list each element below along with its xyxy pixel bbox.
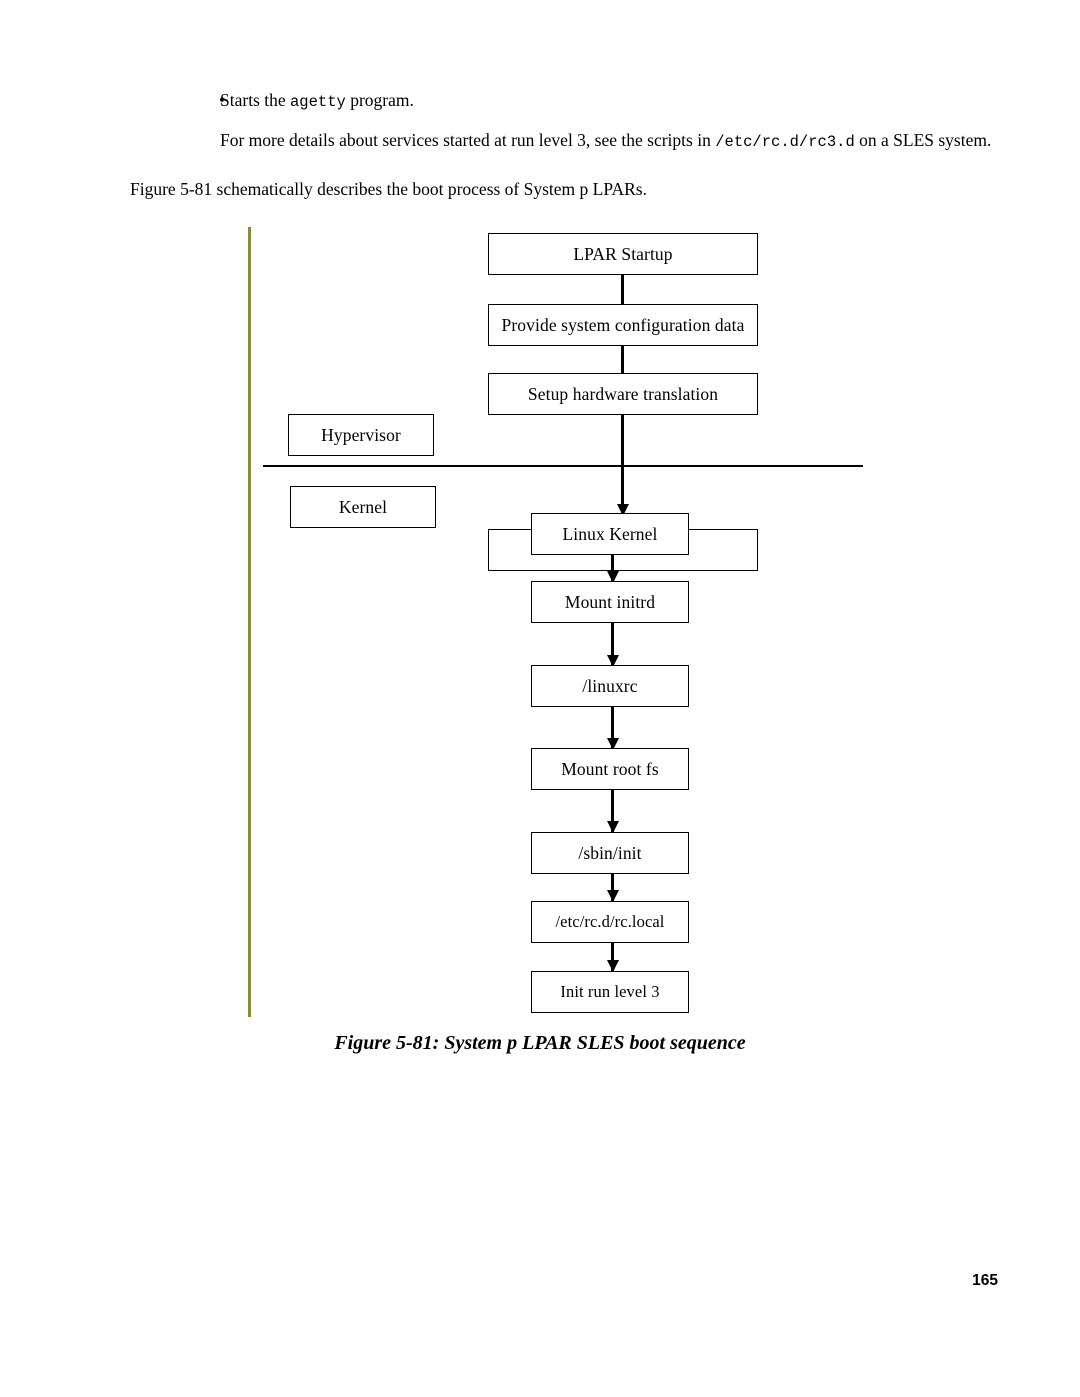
page-number: 165 — [972, 1272, 998, 1289]
flow-node-linux-kernel: Linux Kernel — [531, 513, 689, 555]
flow-node-label: LPAR Startup — [573, 244, 673, 264]
flow-arrow-4 — [611, 555, 614, 582]
paragraph-text-after: on a SLES system. — [854, 130, 992, 150]
label-hypervisor: Hypervisor — [321, 425, 401, 445]
flow-node-sbin-init: /sbin/init — [531, 832, 689, 874]
flow-node-label: Init run level 3 — [560, 982, 660, 1001]
bullet-text-before: Starts the — [220, 90, 290, 110]
flow-arrow-6 — [611, 707, 614, 749]
flow-node-etc-rc-d-rc-local: /etc/rc.d/rc.local — [531, 901, 689, 943]
flow-node-label: Setup hardware translation — [527, 384, 719, 404]
bullet-code: agetty — [290, 93, 346, 111]
details-paragraph: For more details about services started … — [130, 128, 1000, 155]
flow-node-label: Linux Kernel — [562, 524, 658, 544]
flow-node-setup-hardware-translation: Setup hardware translation — [488, 373, 758, 415]
flow-node-label: /linuxrc — [582, 676, 638, 696]
paragraph-text-before: For more details about services started … — [220, 130, 716, 150]
flow-node-label: /etc/rc.d/rc.local — [555, 912, 665, 931]
bullet-marker: • — [219, 90, 226, 110]
paragraph-code-path: /etc/rc.d/rc3.d — [715, 133, 855, 151]
flow-node-init-run-level-3: Init run level 3 — [531, 971, 689, 1013]
hypervisor-kernel-divider — [263, 465, 863, 467]
flow-node-label: /sbin/init — [578, 843, 642, 863]
flow-arrow-7 — [611, 790, 614, 832]
bullet-item: • Starts the agetty program. — [130, 88, 1000, 114]
flow-arrow-8 — [611, 874, 614, 901]
boot-sequence-figure: Hypervisor Kernel LPAR Startup Provide s… — [0, 225, 1080, 1025]
label-kernel: Kernel — [338, 497, 388, 517]
flow-node-label: Provide system configuration data — [501, 315, 745, 335]
bullet-text-after: program. — [345, 90, 414, 110]
flow-node-mount-initrd: Mount initrd — [531, 581, 689, 623]
flow-arrow-9 — [611, 943, 614, 971]
body-text: • Starts the agetty program. For more de… — [130, 88, 1000, 202]
label-box-hypervisor: Hypervisor — [288, 414, 434, 456]
flow-node-label: Mount initrd — [564, 592, 656, 612]
flow-node-provide-system-configuration-data: Provide system configuration data — [488, 304, 758, 346]
flow-node-mount-root-fs: Mount root fs — [531, 748, 689, 790]
label-box-kernel: Kernel — [290, 486, 436, 528]
flow-arrow-3 — [621, 415, 624, 515]
figure-caption: Figure 5-81: System p LPAR SLES boot seq… — [334, 1032, 746, 1054]
figure-left-rule — [248, 227, 251, 1017]
flow-arrow-5 — [611, 623, 614, 666]
flow-node-linuxrc: /linuxrc — [531, 665, 689, 707]
figure-intro-sentence: Figure 5-81 schematically describes the … — [130, 179, 647, 199]
flow-node-lpar-startup: LPAR Startup — [488, 233, 758, 275]
flow-node-label: Mount root fs — [561, 759, 659, 779]
